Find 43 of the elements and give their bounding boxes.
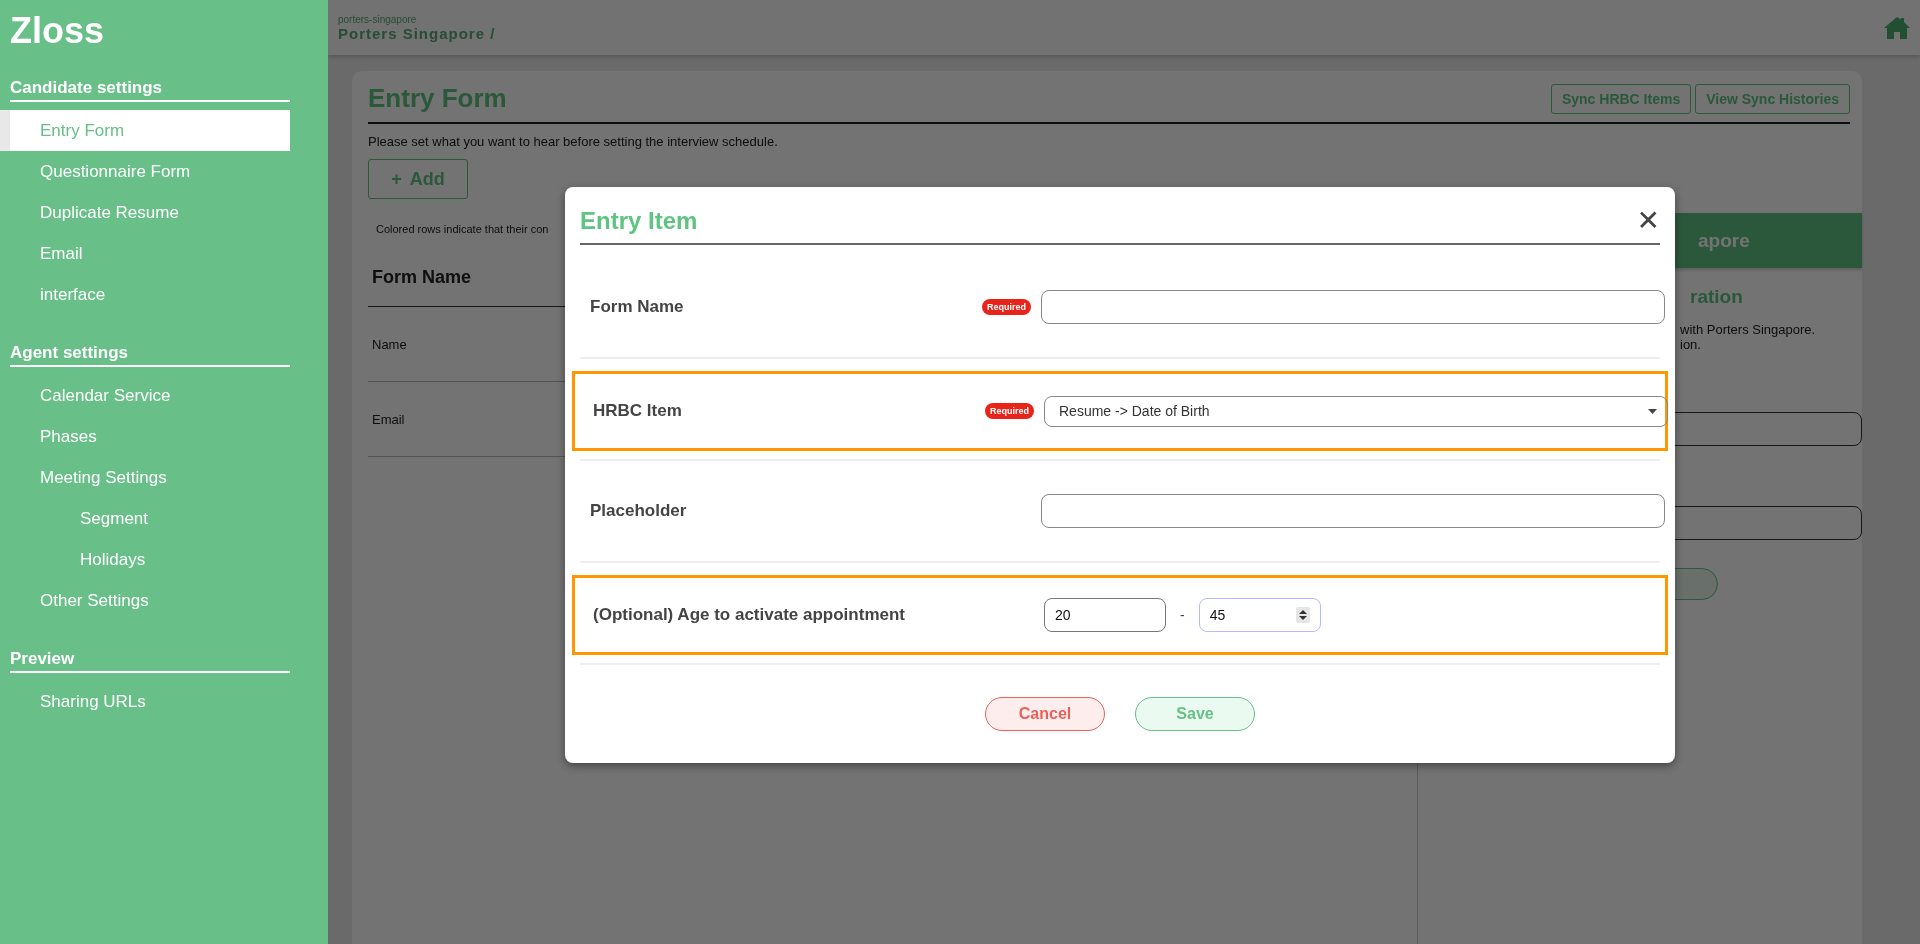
home-icon[interactable] xyxy=(1884,16,1910,39)
breadcrumb-subtitle: porters-singapore xyxy=(338,13,418,25)
sidebar-item[interactable]: Questionnaire Form xyxy=(0,151,290,192)
brand-logo[interactable]: Zloss xyxy=(0,10,328,52)
outline-button[interactable]: View Sync Histories xyxy=(1695,83,1850,114)
field-label: HRBC Item xyxy=(593,401,683,421)
card-text: with Porters Singapore. xyxy=(1680,322,1817,337)
field-label: Placeholder xyxy=(590,501,688,521)
sidebar-item[interactable]: Meeting Settings xyxy=(0,457,290,498)
outline-button[interactable]: Sync HRBC Items xyxy=(1550,83,1692,114)
number-field[interactable]: 20 xyxy=(1044,598,1166,632)
section-title: Candidate settings xyxy=(10,78,290,102)
required-badge: Required xyxy=(985,403,1034,419)
field-label: (Optional) Age to activate appointment xyxy=(593,605,906,625)
spinner-icon[interactable] xyxy=(1295,607,1310,623)
page-title: Entry Form xyxy=(368,83,507,114)
sidebar-item[interactable]: interface xyxy=(0,274,290,315)
range-separator: - xyxy=(1180,607,1185,623)
section-title: Agent settings xyxy=(10,343,290,367)
sidebar-item[interactable]: Email xyxy=(0,233,290,274)
cancel-button[interactable]: Cancel xyxy=(985,697,1105,731)
card-title: ration xyxy=(1690,286,1744,308)
input-field[interactable] xyxy=(1041,494,1665,528)
card-text: ion. xyxy=(1680,337,1702,352)
caret-icon xyxy=(1648,408,1657,414)
sidebar-item[interactable]: Segment xyxy=(0,498,290,539)
sidebar-item[interactable]: Holidays xyxy=(0,539,290,580)
sidebar-item[interactable]: Other Settings xyxy=(0,580,290,621)
add-button[interactable]: + Add xyxy=(368,159,468,199)
select-field[interactable]: Resume -> Date of Birth xyxy=(1044,395,1668,427)
input-field[interactable] xyxy=(1041,290,1665,324)
sidebar-item[interactable]: Entry Form xyxy=(0,110,290,151)
modal-title: Entry Item xyxy=(580,207,698,235)
sidebar-item[interactable]: Sharing URLs xyxy=(0,681,290,722)
section-title: Preview xyxy=(10,649,290,673)
sidebar-item[interactable]: Duplicate Resume xyxy=(0,192,290,233)
required-badge: Required xyxy=(982,299,1031,315)
number-field[interactable]: 45 xyxy=(1198,598,1321,632)
sidebar-item[interactable]: Calendar Service xyxy=(0,375,290,416)
save-button[interactable]: Save xyxy=(1135,697,1255,731)
sidebar-item[interactable]: Phases xyxy=(0,416,290,457)
breadcrumb-title[interactable]: Porters Singapore / xyxy=(338,24,496,42)
page-description: Please set what you want to hear before setting the interview schedule. xyxy=(368,134,779,149)
